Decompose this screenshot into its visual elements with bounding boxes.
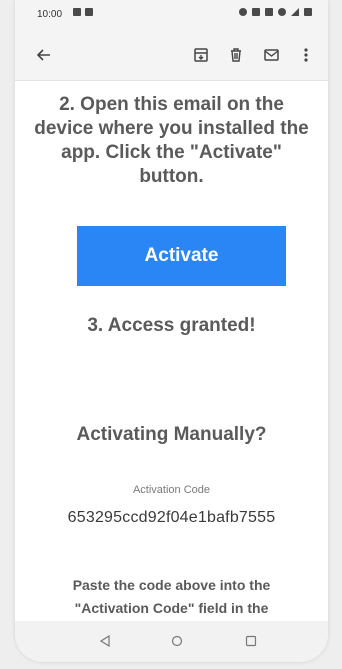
nav-recents-icon[interactable]	[241, 631, 261, 651]
activation-code-label: Activation Code	[132, 484, 211, 496]
gallery-icon	[85, 8, 93, 16]
status-bar: 10:00	[15, 0, 328, 30]
nav-home-icon[interactable]	[167, 631, 187, 651]
step-2-text: 2. Open this email on the device where y…	[34, 94, 309, 187]
notification-icons	[73, 8, 93, 16]
wifi-icon	[278, 8, 286, 16]
trash-icon[interactable]	[225, 44, 247, 66]
vibrate-icon	[265, 8, 273, 16]
system-nav-bar	[15, 621, 328, 662]
nav-back-icon[interactable]	[95, 631, 115, 651]
bluetooth-icon	[252, 8, 260, 16]
manual-activation-heading: Activating Manually?	[76, 424, 267, 445]
activate-button[interactable]: Activate	[77, 226, 286, 286]
battery-icon	[304, 8, 312, 16]
activation-code-value[interactable]: 653295ccd92f04e1bafb7555	[15, 509, 328, 527]
paste-instructions: Paste the code above into the "Activatio…	[72, 577, 271, 616]
alarm-icon	[239, 8, 247, 16]
more-vert-icon[interactable]	[295, 44, 317, 66]
signal-icon	[291, 8, 299, 16]
archive-icon[interactable]	[190, 44, 212, 66]
phone-screen: 10:00 2. Open this email on the device w…	[15, 0, 328, 662]
back-arrow-icon[interactable]	[33, 44, 55, 66]
system-status-icons	[239, 8, 312, 16]
notification-icon	[73, 8, 81, 16]
app-bar	[15, 30, 328, 81]
status-time: 10:00	[37, 9, 63, 20]
mail-icon[interactable]	[260, 44, 282, 66]
email-body: 2. Open this email on the device where y…	[15, 81, 328, 621]
step-3-text: 3. Access granted!	[87, 315, 256, 336]
